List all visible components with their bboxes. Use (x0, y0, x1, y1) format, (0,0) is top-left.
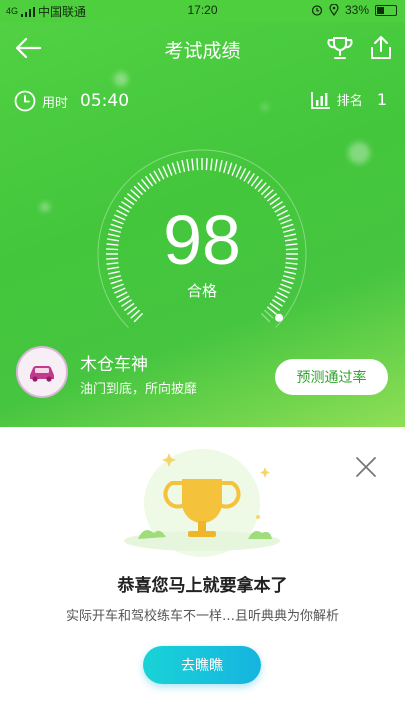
status-right: 33% (311, 3, 397, 17)
location-icon (329, 4, 339, 16)
avatar[interactable] (16, 346, 68, 398)
gauge-tick (218, 159, 223, 172)
gauge-tick (231, 164, 238, 176)
gauge-tick (196, 158, 199, 171)
decor-bokeh (348, 142, 370, 164)
battery-icon (375, 4, 397, 16)
gauge-tick (176, 161, 181, 174)
bar-chart-icon (310, 91, 330, 109)
status-bar: 4G 中国联通 17:20 33% (0, 0, 405, 22)
ranking[interactable]: 排名 1 (310, 90, 387, 109)
score-status: 合格 (186, 282, 217, 300)
gauge-indicator (275, 313, 284, 322)
time-value: 05:40 (80, 91, 130, 111)
elapsed-time: 用时 05:40 (14, 90, 129, 112)
clock-icon (14, 90, 36, 112)
promo-card: 恭喜您马上就要拿本了 实际开车和驾校练车不一样…且听典典为你解析 去瞧瞧 (0, 427, 405, 720)
user-title: 木仓车神 (80, 355, 148, 375)
promo-description: 实际开车和驾校练车不一样…且听典典为你解析 (65, 609, 339, 624)
alarm-icon (311, 5, 323, 16)
battery-percent: 33% (344, 3, 369, 17)
gauge-tick (186, 159, 190, 172)
gauge-tick (205, 158, 208, 171)
gauge-tick (227, 162, 233, 175)
gauge-tick (214, 159, 218, 172)
close-icon[interactable] (354, 455, 378, 479)
gauge-tick (235, 166, 242, 178)
user-subtitle: 油门到底，所向披靡 (80, 382, 198, 397)
gauge-tick (162, 166, 169, 178)
gauge-tick (247, 173, 255, 184)
promo-title: 恭喜您马上就要拿本了 (117, 576, 288, 596)
decor-bokeh (114, 72, 128, 86)
gauge-tick (181, 159, 186, 172)
gauge-tick (157, 168, 165, 180)
trophy-icon[interactable] (326, 34, 354, 62)
nav-bar: 考试成绩 (0, 22, 405, 74)
gauge-tick (239, 168, 247, 180)
rank-value: 1 (376, 90, 387, 109)
trophy-illustration (124, 449, 280, 557)
predict-pass-rate-button[interactable]: 预测通过率 (275, 359, 388, 395)
rank-label: 排名 (336, 94, 363, 109)
decor-bokeh (262, 104, 268, 110)
gauge-tick (153, 170, 161, 182)
score-value: 98 (163, 201, 241, 279)
go-see-button[interactable]: 去瞧瞧 (143, 646, 261, 684)
share-icon[interactable] (368, 34, 394, 62)
gauge-tick (149, 173, 157, 184)
gauge-tick (210, 158, 213, 171)
decor-bokeh (40, 202, 50, 212)
gauge-tick (171, 162, 177, 175)
time-label: 用时 (42, 95, 69, 111)
gauge-tick (191, 158, 194, 171)
gauge-tick (166, 164, 173, 176)
score-hero: 考试成绩 用时 05:40 排名 1 98 合格 木仓车神 油门到底，所向披靡 … (0, 22, 405, 427)
gauge-tick (223, 161, 228, 174)
car-icon (30, 366, 54, 382)
gauge-tick (243, 170, 251, 182)
